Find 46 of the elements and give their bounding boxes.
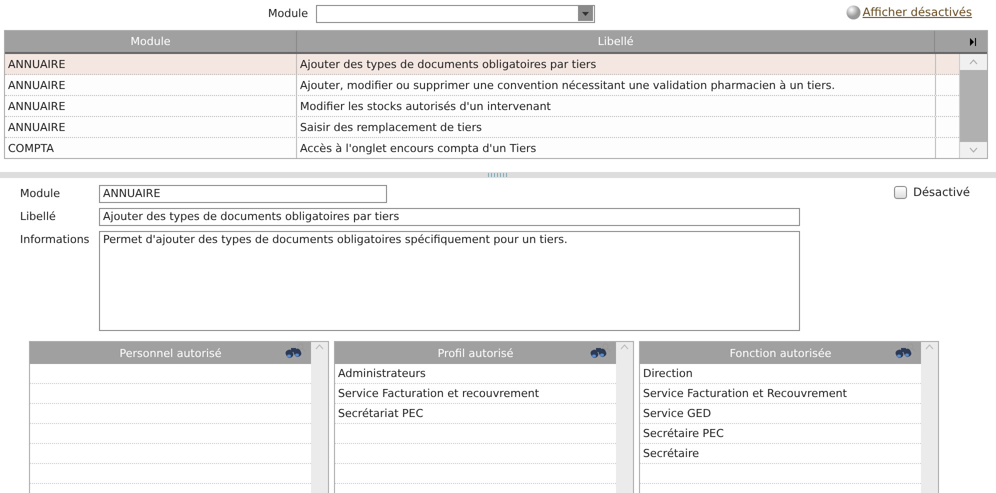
list-item[interactable]: Administrateurs [338, 367, 426, 380]
scroll-up-icon[interactable] [969, 59, 978, 65]
radio-icon[interactable] [846, 4, 861, 20]
list-item[interactable]: Secrétariat PEC [338, 407, 424, 420]
field-label: Informations [20, 232, 90, 246]
list-item[interactable]: Service GED [643, 407, 712, 420]
table-row[interactable]: ANNUAIRE Modifier les stocks autorisés d'un intervenant [5, 96, 959, 117]
scrollbar[interactable] [959, 54, 987, 158]
list-item[interactable]: Service Facturation et recouvrement [338, 387, 540, 400]
table-cell: ANNUAIRE [5, 96, 297, 116]
table-row[interactable]: ANNUAIRE Saisir des remplacement de tiers [5, 117, 959, 138]
list-item[interactable]: Secrétaire [643, 447, 700, 460]
list-item[interactable]: Service Facturation et Recouvrement [643, 387, 847, 400]
list-item[interactable]: Direction [643, 367, 693, 380]
field-label: Module [20, 186, 61, 200]
table-cell: ANNUAIRE [5, 117, 297, 137]
table-cell: Modifier les stocks autorisés d'un intervenant [297, 96, 936, 116]
list-item[interactable]: Secrétaire PEC [643, 427, 724, 440]
table-cell: Ajouter des types de documents obligatoires par tiers [297, 54, 936, 74]
table-row[interactable]: ANNUAIRE Ajouter, modifier ou supprimer une convention nécessitant une validation pharmacien à un tiers. [5, 75, 959, 96]
search-icon[interactable] [907, 343, 916, 352]
libelle-field[interactable]: Ajouter des types de documents obligatoires par tiers [99, 208, 800, 226]
search-icon[interactable] [602, 343, 611, 352]
table-cell: COMPTA [5, 138, 297, 158]
expand-icon[interactable] [970, 38, 976, 46]
binoculars-icon[interactable] [285, 346, 303, 359]
table-cell: Accès à l'onglet encours compta d'un Tiers [297, 138, 936, 158]
scroll-down-icon[interactable] [969, 147, 978, 153]
table-cell: ANNUAIRE [5, 54, 297, 74]
filter-label: Module [268, 7, 308, 20]
table-cell: Saisir des remplacement de tiers [297, 117, 936, 137]
binoculars-icon[interactable] [590, 346, 608, 359]
table-cell: ANNUAIRE [5, 75, 297, 95]
module-select[interactable] [316, 4, 595, 22]
list-title: Personnel autorisé [119, 346, 222, 360]
checkbox-label: Désactivé [913, 185, 970, 199]
informations-field[interactable]: Permet d'ajouter des types de documents obligatoires spécifiquement pour un tiers. [99, 231, 800, 331]
checkbox[interactable] [894, 186, 908, 198]
field-label: Libellé [20, 209, 57, 223]
table-cell: Ajouter, modifier ou supprimer une convention nécessitant une validation pharmacien à un tiers. [297, 75, 936, 95]
list-title: Fonction autorisée [730, 346, 832, 360]
table-row[interactable]: ANNUAIRE Ajouter des types de documents obligatoires par tiers [5, 54, 959, 75]
list-title: Profil autorisé [438, 346, 514, 360]
binoculars-icon[interactable] [895, 346, 913, 359]
search-icon[interactable] [297, 343, 306, 352]
module-field[interactable]: ANNUAIRE [99, 185, 387, 203]
